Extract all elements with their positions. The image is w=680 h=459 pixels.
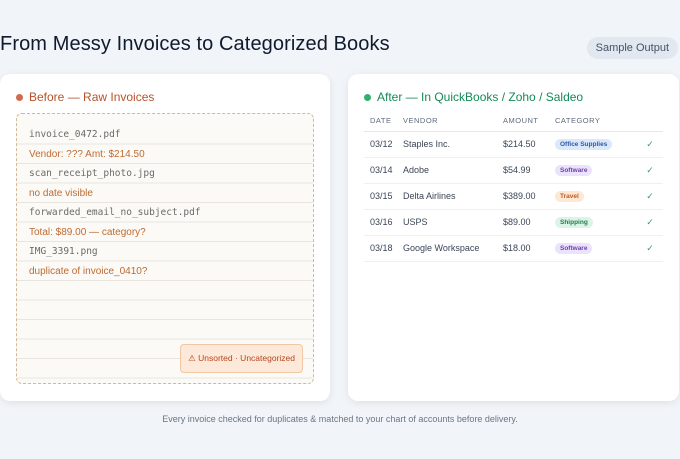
raw-item: IMG_3391.png	[29, 246, 98, 257]
category-tag: Office Supplies	[555, 139, 613, 150]
column-header-amount: AMOUNT	[503, 114, 555, 132]
raw-item: invoice_0472.pdf	[29, 129, 121, 140]
cell-vendor: Google Workspace	[403, 235, 503, 262]
cell-date: 03/16	[364, 209, 403, 236]
cell-vendor: USPS	[403, 209, 503, 236]
cell-amount: $214.50	[503, 131, 555, 158]
unsorted-status-badge: ⚠ Unsorted · Uncategorized	[180, 344, 303, 373]
cell-vendor: Staples Inc.	[403, 131, 503, 158]
raw-item: Vendor: ??? Amt: $214.50	[29, 148, 145, 160]
cell-amount: $18.00	[503, 235, 555, 262]
check-icon: ✓	[637, 183, 663, 210]
table-row: 03/12 Staples Inc. $214.50 Office Suppli…	[364, 131, 663, 158]
category-tag: Software	[555, 165, 593, 176]
raw-invoice-list: invoice_0472.pdf Vendor: ??? Amt: $214.5…	[29, 129, 303, 285]
table-row: 03/15 Delta Airlines $389.00 Travel ✓	[364, 183, 663, 210]
raw-item: forwarded_email_no_subject.pdf	[29, 207, 201, 218]
raw-item: no date visible	[29, 187, 93, 199]
cell-vendor: Adobe	[403, 157, 503, 184]
category-tag: Shipping	[555, 217, 593, 228]
cell-date: 03/12	[364, 131, 403, 158]
after-card: After — In QuickBooks / Zoho / Saldeo DA…	[348, 74, 679, 401]
check-icon: ✓	[637, 209, 663, 236]
before-card: Before — Raw Invoices invoice_0472.pdf V…	[0, 74, 330, 401]
check-icon: ✓	[637, 235, 663, 262]
cell-date: 03/15	[364, 183, 403, 210]
column-header-check	[637, 114, 663, 132]
table-row: 03/14 Adobe $54.99 Software ✓	[364, 157, 663, 184]
table-header-row: DATE VENDOR AMOUNT CATEGORY	[364, 114, 663, 132]
raw-invoices-paper: invoice_0472.pdf Vendor: ??? Amt: $214.5…	[16, 113, 314, 384]
before-card-title: Before — Raw Invoices	[29, 90, 155, 104]
cell-vendor: Delta Airlines	[403, 183, 503, 210]
category-tag: Software	[555, 243, 593, 254]
column-header-category: CATEGORY	[555, 114, 637, 132]
cell-amount: $54.99	[503, 157, 555, 184]
raw-item: scan_receipt_photo.jpg	[29, 168, 155, 179]
column-header-date: DATE	[364, 114, 403, 132]
footer-caption: Every invoice checked for duplicates & m…	[162, 414, 518, 424]
status-dot-icon	[16, 93, 23, 101]
after-card-header: After — In QuickBooks / Zoho / Saldeo	[364, 90, 583, 104]
cell-date: 03/14	[364, 157, 403, 184]
sample-output-badge: Sample Output	[586, 37, 678, 59]
table-row: 03/18 Google Workspace $18.00 Software ✓	[364, 235, 663, 262]
cell-amount: $89.00	[503, 209, 555, 236]
before-card-header: Before — Raw Invoices	[16, 90, 154, 104]
cell-amount: $389.00	[503, 183, 555, 210]
raw-item: duplicate of invoice_0410?	[29, 265, 148, 277]
after-card-title: After — In QuickBooks / Zoho / Saldeo	[377, 90, 584, 104]
table-row: 03/16 USPS $89.00 Shipping ✓	[364, 209, 663, 236]
check-icon: ✓	[637, 157, 663, 184]
page-title: From Messy Invoices to Categorized Books	[0, 33, 390, 55]
cell-date: 03/18	[364, 235, 403, 262]
raw-item: Total: $89.00 — category?	[29, 226, 146, 238]
categorized-books-table: DATE VENDOR AMOUNT CATEGORY 03/12 Staple…	[364, 114, 663, 262]
column-header-vendor: VENDOR	[403, 114, 503, 132]
check-icon: ✓	[637, 131, 663, 158]
category-tag: Travel	[555, 191, 584, 202]
status-dot-icon	[364, 93, 371, 101]
